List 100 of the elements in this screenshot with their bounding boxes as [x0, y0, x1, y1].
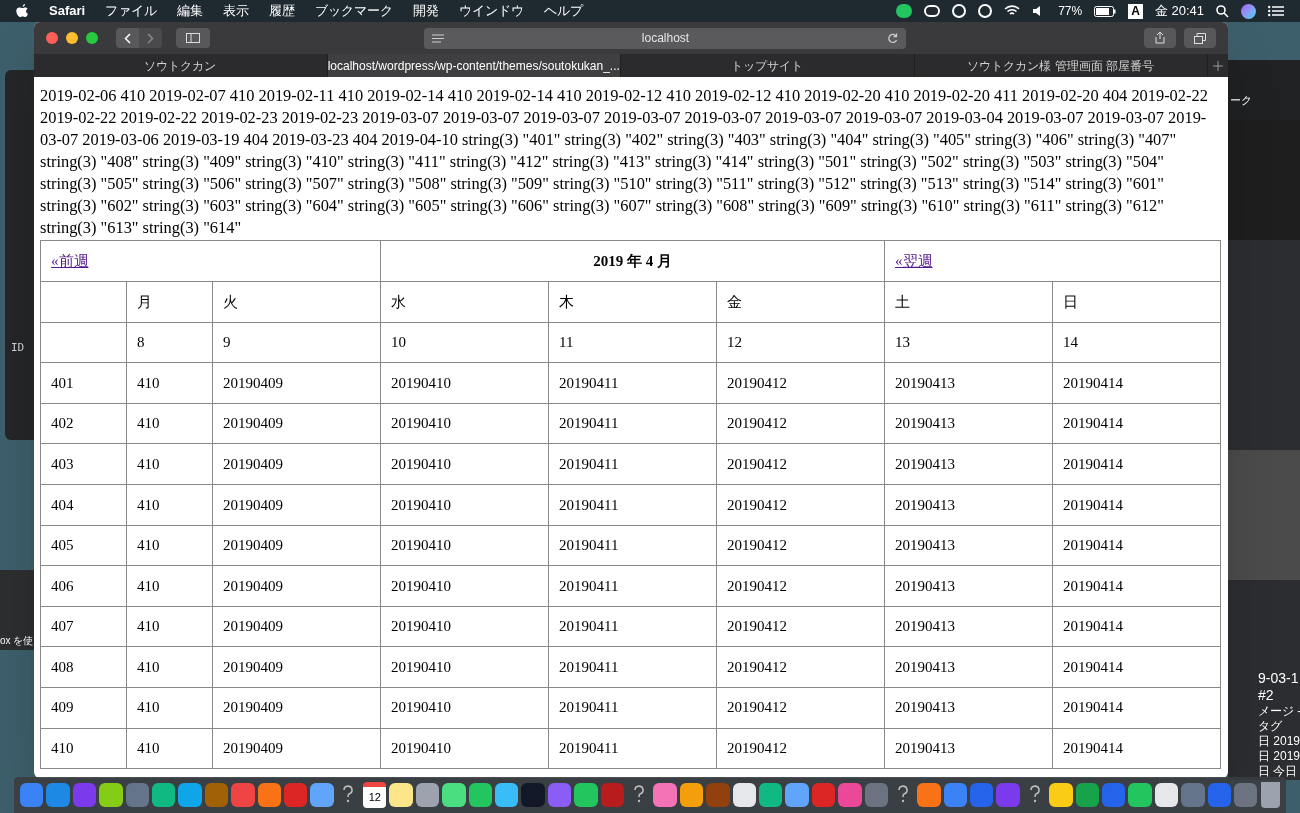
- menu-item[interactable]: ブックマーク: [315, 1, 394, 21]
- tabs-overview-button[interactable]: [1184, 28, 1216, 48]
- table-cell: 20190410: [380, 484, 549, 526]
- panel-text: メージ -: [1258, 704, 1300, 719]
- table-cell: 13: [884, 322, 1053, 363]
- menu-item[interactable]: 履歴: [269, 1, 296, 21]
- table-cell: 20190411: [548, 728, 717, 769]
- table-cell: 木: [548, 281, 717, 323]
- menu-item[interactable]: ファイル: [105, 1, 158, 21]
- table-cell: 20190413: [884, 484, 1053, 526]
- table-cell: 20190411: [548, 525, 717, 566]
- app-icon[interactable]: [442, 783, 466, 807]
- table-cell: 10: [380, 322, 549, 363]
- table-cell: 410: [126, 565, 213, 607]
- panel-text: ーク: [1230, 93, 1252, 108]
- input-mode-indicator[interactable]: A: [1128, 3, 1143, 19]
- debug-output: 2019-02-06 410 2019-02-07 410 2019-02-11 410 2019-02-14 410 2019-02-14 410 2019-02-12 410 2019-02-12 410 2019-02-20 410 2019-02-20 411 2019-02-20 404 2019-02-22 2019-02-22 2019-02-22 2019-02-23 2019-02-23 2019-03-07 2019-03-07 2019-03-07 2019-03-07 2019-03-07 2019-03-07 2019-03-07 2019-03-04 2019-03-07 2019-03-07 2019-03-07 2019-03-06 2019-03-19 404 2019-03-23 404 2019-04-10 string(3) "401" string(3) "402" string(3) "403" string(3) "404" string(3) "405" string(3) "406" string(3) "407" string(3) "408" string(3) "409" string(3) "410" string(3) "411" string(3) "412" string(3) "413" string(3) "414" string(3) "501" string(3) "502" string(3) "503" string(3) "504" string(3) "505" string(3) "506" string(3) "507" string(3) "508" string(3) "509" string(3) "510" string(3) "511" string(3) "512" string(3) "513" string(3) "514" string(3) "601" string(3) "602" string(3) "603" string(3) "604" string(3) "605" string(3) "606" string(3) "607" string(3) "608" string(3) "609" string(3) "610" string(3) "611" string(3) "612" string(3) "613" string(3) "614": [40, 85, 1209, 239]
- list-icon[interactable]: [1268, 5, 1284, 17]
- reader-icon[interactable]: [432, 33, 444, 43]
- calendar-app-icon[interactable]: 12: [363, 782, 387, 808]
- table-cell: 410: [126, 606, 213, 647]
- app-icon[interactable]: [151, 783, 176, 807]
- table-cell: 20190413: [884, 403, 1053, 444]
- app-icon[interactable]: [758, 783, 783, 807]
- calendar-title: 2019 年 4 月: [380, 240, 885, 282]
- table-cell: 408: [40, 646, 127, 688]
- minimize-button[interactable]: [66, 32, 78, 44]
- table-cell: 20190414: [1052, 606, 1221, 647]
- table-cell: 金: [716, 281, 885, 323]
- previous-week-link[interactable]: «前週: [51, 252, 89, 269]
- table-cell: 20190412: [716, 362, 885, 404]
- table-cell: 20190409: [212, 362, 381, 404]
- app-icon[interactable]: [468, 783, 493, 807]
- menu-clock[interactable]: 金 20:41: [1154, 1, 1204, 21]
- table-cell: 20190414: [1052, 728, 1221, 769]
- close-button[interactable]: [46, 32, 58, 44]
- table-cell: 406: [40, 565, 127, 607]
- apple-icon[interactable]: [16, 3, 29, 19]
- table-cell: 403: [40, 443, 127, 485]
- app-icon[interactable]: [389, 783, 413, 807]
- app-icon[interactable]: [574, 783, 598, 807]
- app-icon[interactable]: [99, 783, 123, 807]
- table-cell: 20190409: [212, 728, 381, 769]
- app-icon[interactable]: [679, 783, 704, 807]
- menu-item[interactable]: Safari: [49, 1, 86, 21]
- wifi-icon[interactable]: [1004, 5, 1021, 17]
- table-cell: 20190411: [548, 565, 717, 607]
- table-cell: 407: [40, 606, 127, 647]
- sidebar-button[interactable]: [176, 28, 210, 48]
- address-bar[interactable]: localhost: [424, 27, 906, 49]
- table-cell: 20190412: [716, 687, 885, 729]
- reload-icon[interactable]: [887, 32, 898, 44]
- app-icon[interactable]: [653, 783, 677, 807]
- table-cell: 20190410: [380, 403, 549, 444]
- app-icon[interactable]: [310, 783, 334, 807]
- siri-icon[interactable]: [1241, 3, 1256, 19]
- app-icon[interactable]: [732, 783, 756, 807]
- search-icon[interactable]: [1216, 4, 1229, 18]
- table-cell: 月: [126, 281, 213, 323]
- table-cell: 410: [126, 525, 213, 566]
- share-button[interactable]: [1144, 28, 1176, 48]
- table-cell: 20190411: [548, 362, 717, 404]
- app-icon[interactable]: [178, 783, 202, 807]
- table-cell: 20190409: [212, 606, 381, 647]
- next-week-link[interactable]: «翌週: [895, 252, 933, 269]
- menu-item[interactable]: ヘルプ: [544, 1, 584, 21]
- table-cell: 20190409: [212, 565, 381, 607]
- table-cell: 410: [126, 403, 213, 444]
- table-cell: 20190411: [548, 403, 717, 444]
- app-icon[interactable]: [415, 783, 440, 807]
- zoom-button[interactable]: [86, 32, 98, 44]
- back-button[interactable]: [116, 28, 139, 48]
- table-cell: 20190409: [212, 646, 381, 688]
- table-cell: 20190410: [380, 362, 549, 404]
- table-cell: 11: [548, 322, 717, 363]
- app-icon[interactable]: [257, 783, 281, 807]
- app-icon[interactable]: [495, 783, 519, 807]
- menu-item[interactable]: 開発: [413, 1, 440, 21]
- menu-item[interactable]: 表示: [223, 1, 250, 21]
- table-cell: 20190413: [884, 525, 1053, 566]
- app-icon[interactable]: [785, 783, 809, 807]
- table-cell: 20190411: [548, 484, 717, 526]
- table-cell: 20190414: [1052, 565, 1221, 607]
- app-icon[interactable]: [1128, 783, 1152, 807]
- app-icon[interactable]: [917, 783, 941, 807]
- menu-item[interactable]: ウインドウ: [459, 1, 525, 21]
- panel-text: #2: [1258, 687, 1275, 704]
- menu-item[interactable]: 編集: [177, 1, 204, 21]
- table-cell: 409: [40, 687, 127, 729]
- table-cell: 水: [380, 281, 549, 323]
- table-cell: 土: [884, 281, 1053, 323]
- table-cell: 20190411: [548, 606, 717, 647]
- panel-text: 日 2019: [1258, 749, 1300, 764]
- table-cell: 20190413: [884, 728, 1053, 769]
- table-cell: 20190409: [212, 484, 381, 526]
- trash-icon[interactable]: [1260, 782, 1280, 808]
- browser-tab[interactable]: localhost/wordpress/wp-content/themes/soutokukan_...: [327, 54, 621, 77]
- battery-icon[interactable]: [1094, 5, 1117, 17]
- app-icon[interactable]: [1154, 783, 1179, 807]
- app-icon[interactable]: [1049, 783, 1073, 807]
